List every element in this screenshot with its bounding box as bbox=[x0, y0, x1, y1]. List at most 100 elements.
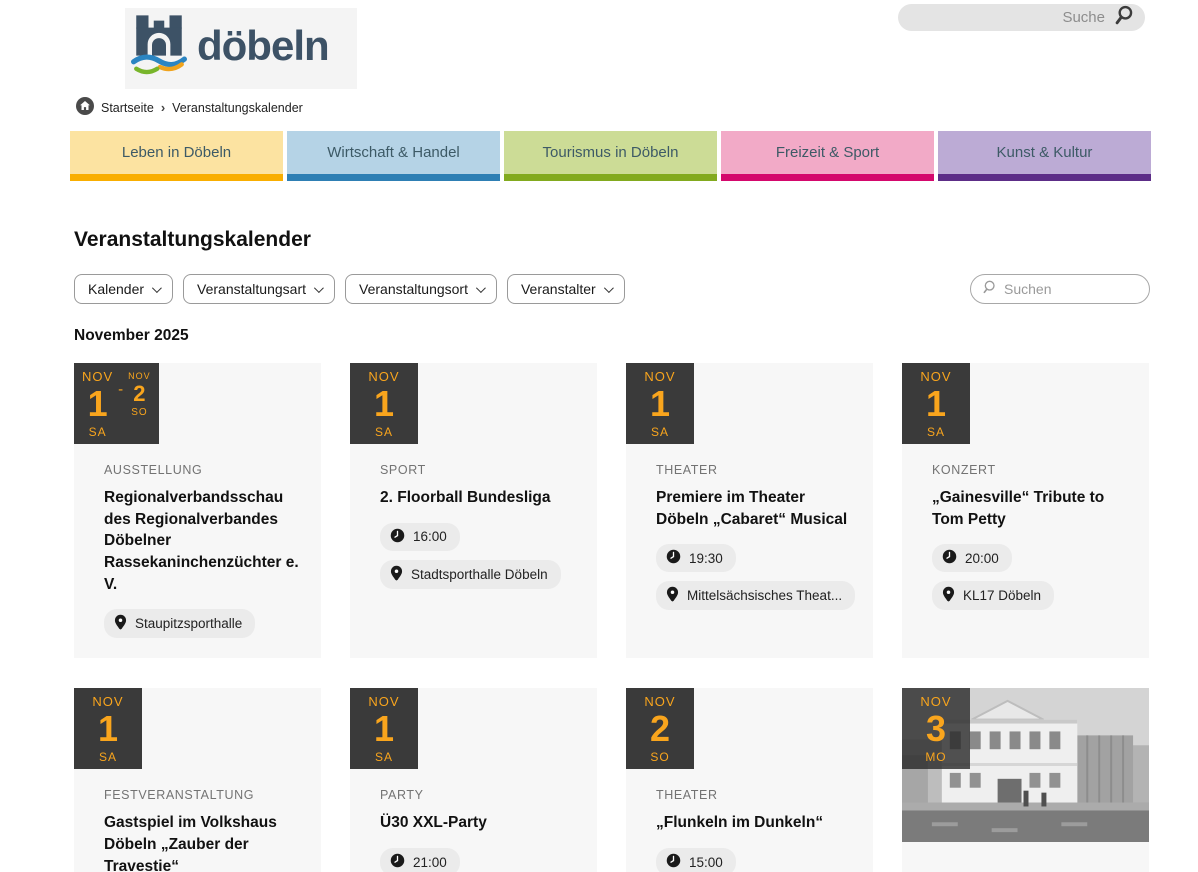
event-category: THEATER bbox=[656, 463, 718, 477]
event-location-badge: Staupitzsporthalle bbox=[104, 609, 255, 638]
nav-tab-label: Tourismus in Döbeln bbox=[543, 144, 679, 161]
search-icon bbox=[981, 279, 997, 300]
event-date-end: NOV2SO bbox=[128, 372, 151, 418]
event-badges: 19:30 Mittelsächsisches Theat... bbox=[656, 544, 855, 610]
nav-tab-freizeit-sport[interactable]: Freizeit & Sport bbox=[721, 131, 934, 181]
filter-veranstalter[interactable]: Veranstalter bbox=[507, 274, 625, 304]
map-pin-icon bbox=[390, 565, 403, 584]
filter-label: Veranstalter bbox=[521, 281, 596, 297]
site-logo[interactable]: döbeln bbox=[125, 8, 357, 89]
event-card[interactable]: NOV1SAFESTVERANSTALTUNGGastspiel im Volk… bbox=[74, 688, 321, 872]
date-day: 1 bbox=[374, 386, 394, 422]
nav-tab-tourismus-in-doebeln[interactable]: Tourismus in Döbeln bbox=[504, 131, 717, 181]
date-weekday: MO bbox=[925, 751, 946, 763]
map-pin-icon bbox=[114, 614, 127, 633]
site-search-bar[interactable] bbox=[898, 4, 1145, 31]
filter-veranstaltungsart[interactable]: Veranstaltungsart bbox=[183, 274, 335, 304]
event-category: PARTY bbox=[380, 788, 424, 802]
event-card[interactable]: NOV1SA PARTY Ü30 XXL-Party 21:00Staupitzbad bbox=[350, 688, 597, 872]
nav-tab-wirtschaft-handel[interactable]: Wirtschaft & Handel bbox=[287, 131, 500, 181]
event-card[interactable]: NOV1SAKONZERT„Gainesville“ Tribute to To… bbox=[902, 363, 1149, 658]
event-title: Regionalverbandsschau des Regionalverban… bbox=[104, 487, 303, 595]
chevron-down-icon bbox=[604, 283, 614, 293]
event-card[interactable]: NOV2SOTHEATER„Flunkeln im Dunkeln“15:00M… bbox=[626, 688, 873, 872]
date-month: NOV bbox=[920, 370, 951, 383]
logo-wordmark: döbeln bbox=[197, 25, 329, 73]
event-card[interactable]: NOV1SASPORT2. Floorball Bundesliga16:00S… bbox=[350, 363, 597, 658]
filter-kalender[interactable]: Kalender bbox=[74, 274, 173, 304]
event-date-badge: NOV 1 SA bbox=[350, 363, 418, 444]
event-search-input[interactable] bbox=[1004, 281, 1134, 297]
date-month: NOV bbox=[92, 695, 123, 708]
event-time-badge-label: 19:30 bbox=[689, 551, 723, 566]
breadcrumb: Startseite › Veranstaltungskalender bbox=[76, 97, 303, 118]
clock-icon bbox=[666, 853, 681, 871]
event-date-start: NOV1SA bbox=[368, 695, 399, 763]
main-nav: Leben in Döbeln Wirtschaft & Handel Touris… bbox=[70, 131, 1151, 181]
clock-icon bbox=[942, 549, 957, 567]
date-month: NOV bbox=[82, 370, 113, 383]
event-time-badge-label: 21:00 bbox=[413, 855, 447, 870]
events-grid: NOV1SA-NOV2SOAUSSTELLUNGRegionalverbands… bbox=[74, 363, 1150, 872]
date-month: NOV bbox=[128, 372, 151, 381]
event-search-bar[interactable] bbox=[970, 274, 1150, 304]
event-date-badge: NOV1SA bbox=[350, 688, 418, 769]
event-location-badge-label: Stadtsporthalle Döbeln bbox=[411, 567, 548, 582]
page-title: Veranstaltungskalender bbox=[74, 228, 1150, 252]
map-pin-icon bbox=[942, 586, 955, 605]
event-card-content: WISSEN bbox=[902, 842, 1149, 872]
site-search-input[interactable] bbox=[945, 9, 1105, 26]
event-category: THEATER bbox=[656, 788, 718, 802]
home-icon[interactable] bbox=[76, 97, 94, 118]
event-card[interactable]: NOV1SATHEATERPremiere im Theater Döbeln … bbox=[626, 363, 873, 658]
event-category: KONZERT bbox=[932, 463, 996, 477]
nav-tab-label: Wirtschaft & Handel bbox=[327, 144, 460, 161]
event-time-badge-label: 16:00 bbox=[413, 529, 447, 544]
event-time-badge-label: 15:00 bbox=[689, 855, 723, 870]
event-date-badge: NOV1SA bbox=[74, 688, 142, 769]
date-day: 1 bbox=[926, 386, 946, 422]
nav-tab-kunst-kultur[interactable]: Kunst & Kultur bbox=[938, 131, 1151, 181]
event-date-start: NOV1SA bbox=[644, 370, 675, 438]
nav-tab-label: Freizeit & Sport bbox=[776, 144, 879, 161]
event-date-start: NOV2SO bbox=[644, 695, 675, 763]
date-month: NOV bbox=[368, 370, 399, 383]
event-date-start: NOV 1 SA bbox=[920, 370, 951, 438]
event-card[interactable]: NOV1SA-NOV2SOAUSSTELLUNGRegionalverbands… bbox=[74, 363, 321, 658]
month-heading: November 2025 bbox=[74, 327, 1150, 345]
search-icon[interactable] bbox=[1113, 4, 1135, 31]
date-weekday: SA bbox=[927, 426, 945, 438]
event-date-badge: NOV3MO bbox=[902, 688, 970, 769]
event-category: AUSSTELLUNG bbox=[104, 463, 202, 477]
event-date-badge: NOV1SA-NOV2SO bbox=[74, 363, 159, 444]
date-month: NOV bbox=[644, 370, 675, 383]
nav-tab-leben-in-doebeln[interactable]: Leben in Döbeln bbox=[70, 131, 283, 181]
nav-tab-label: Leben in Döbeln bbox=[122, 144, 231, 161]
date-day: 1 bbox=[88, 386, 108, 422]
event-date-badge: NOV 1 SA bbox=[902, 363, 970, 444]
event-location-badge: Stadtsporthalle Döbeln bbox=[380, 560, 561, 589]
date-weekday: SO bbox=[131, 408, 147, 418]
event-time-badge-label: 20:00 bbox=[965, 551, 999, 566]
event-title: Ü30 XXL-Party bbox=[380, 812, 579, 834]
filter-label: Kalender bbox=[88, 281, 144, 297]
event-location-badge-label: KL17 Döbeln bbox=[963, 588, 1041, 603]
date-weekday: SA bbox=[99, 751, 117, 763]
site-header: döbeln Startseite › Veranstaltungskalend… bbox=[0, 0, 1198, 131]
breadcrumb-home[interactable]: Startseite bbox=[101, 101, 154, 115]
event-location-badge-label: Mittelsächsisches Theat... bbox=[687, 588, 842, 603]
breadcrumb-current: Veranstaltungskalender bbox=[172, 101, 303, 115]
date-month: NOV bbox=[644, 695, 675, 708]
date-weekday: SA bbox=[375, 426, 393, 438]
event-card[interactable]: NOV3MO WISSEN bbox=[902, 688, 1149, 872]
event-badges: 20:00 KL17 Döbeln bbox=[932, 544, 1131, 610]
doebeln-castle-logo-icon bbox=[131, 13, 187, 84]
date-day: 1 bbox=[650, 386, 670, 422]
clock-icon bbox=[390, 853, 405, 871]
event-time-badge: 20:00 bbox=[932, 544, 1012, 572]
event-badges: 21:00Staupitzbad bbox=[380, 848, 579, 872]
breadcrumb-separator-icon: › bbox=[161, 100, 165, 115]
date-range-separator: - bbox=[118, 381, 123, 398]
event-title: Gastspiel im Volkshaus Döbeln „Zauber de… bbox=[104, 812, 303, 872]
filter-veranstaltungsort[interactable]: Veranstaltungsort bbox=[345, 274, 497, 304]
